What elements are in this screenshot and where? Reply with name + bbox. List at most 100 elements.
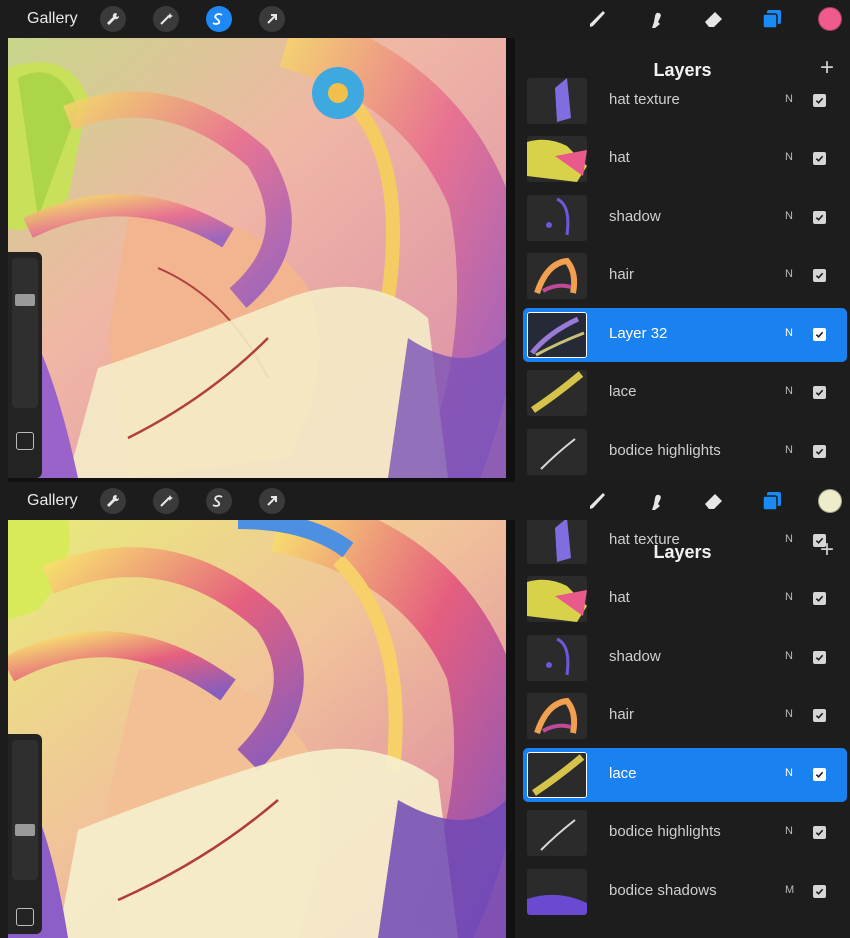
layer-thumbnail <box>527 136 587 182</box>
visibility-checkbox[interactable] <box>813 768 826 781</box>
layer-thumbnail <box>527 810 587 856</box>
layer-row[interactable]: hat N <box>523 572 847 626</box>
brush-size-slider[interactable] <box>12 258 38 408</box>
artwork-canvas[interactable] <box>8 520 506 938</box>
smudge-finger-icon[interactable] <box>644 489 668 513</box>
blend-mode-button[interactable]: N <box>785 708 793 720</box>
blend-mode-button[interactable]: N <box>785 210 793 222</box>
blend-mode-button[interactable]: N <box>785 825 793 837</box>
visibility-checkbox[interactable] <box>813 592 826 605</box>
layer-name: lace <box>609 383 637 400</box>
left-edge <box>0 38 8 482</box>
sidebar-sliders <box>8 734 42 934</box>
visibility-checkbox[interactable] <box>813 211 826 224</box>
visibility-checkbox[interactable] <box>813 885 826 898</box>
layers-panel: Layers + hat texture Nhat Nshadow Nhair Nlac… <box>515 520 850 938</box>
layer-thumbnail <box>527 312 587 358</box>
screenshot-top: Gallery Layers + hat texture N hat N sha… <box>0 0 850 482</box>
layer-thumbnail <box>527 693 587 739</box>
blend-mode-button[interactable]: N <box>785 650 793 662</box>
layer-row[interactable]: bodice highlights N <box>523 806 847 860</box>
layer-row[interactable]: Layer 32 N <box>523 308 847 362</box>
visibility-checkbox[interactable] <box>813 534 826 547</box>
sidebar-sliders <box>8 252 42 478</box>
layer-row[interactable]: hair N <box>523 689 847 743</box>
blend-mode-button[interactable]: N <box>785 385 793 397</box>
layer-row[interactable]: shadow N <box>523 191 847 245</box>
layer-row[interactable]: hat N <box>523 132 847 186</box>
visibility-checkbox[interactable] <box>813 445 826 458</box>
top-toolbar: Gallery <box>0 482 850 520</box>
layer-name: hat texture <box>609 531 680 548</box>
layer-name: shadow <box>609 648 661 665</box>
layer-name: hat texture <box>609 91 680 108</box>
modify-button[interactable] <box>16 908 34 926</box>
layer-name: hat <box>609 589 630 606</box>
blend-mode-button[interactable]: N <box>785 93 793 105</box>
layer-thumbnail <box>527 370 587 416</box>
layer-row[interactable]: hat texture N <box>523 74 847 128</box>
layer-thumbnail <box>527 78 587 124</box>
visibility-checkbox[interactable] <box>813 269 826 282</box>
visibility-checkbox[interactable] <box>813 826 826 839</box>
modify-button[interactable] <box>16 432 34 450</box>
magic-wand-icon[interactable] <box>152 488 179 514</box>
layer-row[interactable]: lace N <box>523 366 847 420</box>
blend-mode-button[interactable]: N <box>785 533 793 545</box>
top-toolbar: Gallery <box>0 0 850 38</box>
layer-thumbnail <box>527 869 587 915</box>
layer-name: hair <box>609 706 635 723</box>
blend-mode-button[interactable]: N <box>785 444 793 456</box>
layer-name: Layer 32 <box>609 325 668 342</box>
blend-mode-button[interactable]: N <box>785 767 793 779</box>
blend-mode-button[interactable]: N <box>785 151 793 163</box>
layer-name: bodice highlights <box>609 442 721 459</box>
blend-mode-button[interactable]: M <box>785 884 794 896</box>
visibility-checkbox[interactable] <box>813 94 826 107</box>
wrench-icon[interactable] <box>99 6 126 32</box>
transform-arrow-icon[interactable] <box>258 488 285 514</box>
layer-thumbnail <box>527 752 587 798</box>
visibility-checkbox[interactable] <box>813 152 826 165</box>
brush-icon[interactable] <box>586 489 610 513</box>
layer-name: bodice highlights <box>609 823 721 840</box>
visibility-checkbox[interactable] <box>813 651 826 664</box>
visibility-checkbox[interactable] <box>813 328 826 341</box>
layer-row[interactable]: shadow N <box>523 631 847 685</box>
layers-icon[interactable] <box>760 7 784 31</box>
brush-icon[interactable] <box>586 7 610 31</box>
visibility-checkbox[interactable] <box>813 386 826 399</box>
smudge-finger-icon[interactable] <box>644 7 668 31</box>
brush-size-thumb[interactable] <box>15 824 35 836</box>
magic-wand-icon[interactable] <box>152 6 179 32</box>
left-edge <box>0 520 8 938</box>
eraser-icon[interactable] <box>702 7 726 31</box>
layer-thumbnail <box>527 429 587 475</box>
artwork-canvas[interactable] <box>8 38 506 478</box>
layers-icon[interactable] <box>760 489 784 513</box>
blend-mode-button[interactable]: N <box>785 268 793 280</box>
blend-mode-button[interactable]: N <box>785 591 793 603</box>
wrench-icon[interactable] <box>99 488 126 514</box>
brush-size-thumb[interactable] <box>15 294 35 306</box>
color-swatch[interactable] <box>818 489 842 513</box>
brush-size-slider[interactable] <box>12 740 38 880</box>
layer-thumbnail <box>527 195 587 241</box>
layer-row[interactable]: hair N <box>523 249 847 303</box>
layer-row[interactable]: bodice shadows M <box>523 865 847 919</box>
layer-name: bodice shadows <box>609 882 717 899</box>
layer-row[interactable]: hat texture N <box>523 520 847 568</box>
gallery-button[interactable]: Gallery <box>27 10 78 28</box>
layer-thumbnail <box>527 576 587 622</box>
layers-panel: Layers + hat texture Nhat Nshadow Nhair N Lay… <box>515 38 850 482</box>
selection-s-icon[interactable] <box>205 6 232 32</box>
eraser-icon[interactable] <box>702 489 726 513</box>
blend-mode-button[interactable]: N <box>785 327 793 339</box>
selection-s-icon[interactable] <box>205 488 232 514</box>
transform-arrow-icon[interactable] <box>258 6 285 32</box>
visibility-checkbox[interactable] <box>813 709 826 722</box>
layer-row[interactable]: bodice highlights N <box>523 425 847 479</box>
layer-row[interactable]: lace N <box>523 748 847 802</box>
color-swatch[interactable] <box>818 7 842 31</box>
gallery-button[interactable]: Gallery <box>27 492 78 510</box>
